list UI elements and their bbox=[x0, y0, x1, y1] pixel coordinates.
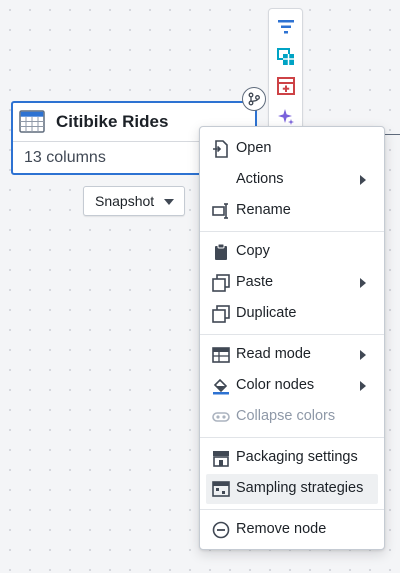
chevron-right-icon bbox=[360, 278, 366, 288]
menu-item-collapse-colors: Collapse colors bbox=[206, 402, 378, 432]
caret-down-icon bbox=[164, 199, 174, 205]
menu-item-duplicate[interactable]: Duplicate bbox=[206, 299, 378, 329]
shop-icon bbox=[212, 449, 230, 467]
remove-icon bbox=[212, 521, 230, 539]
join-table-icon[interactable] bbox=[276, 47, 296, 67]
sampling-icon bbox=[212, 480, 230, 498]
rename-icon bbox=[212, 202, 230, 220]
menu-item-open[interactable]: Open bbox=[206, 134, 378, 164]
node-toolbar bbox=[268, 8, 303, 134]
filter-icon[interactable] bbox=[276, 17, 296, 37]
chevron-right-icon bbox=[360, 175, 366, 185]
paint-bucket-icon bbox=[212, 377, 230, 395]
chevron-right-icon bbox=[360, 350, 366, 360]
table-icon bbox=[19, 109, 45, 135]
ai-sparkle-icon[interactable] bbox=[276, 107, 296, 127]
graph-edge bbox=[384, 134, 400, 135]
menu-item-read-mode[interactable]: Read mode bbox=[206, 340, 378, 370]
open-icon bbox=[212, 140, 230, 158]
menu-item-packaging-settings[interactable]: Packaging settings bbox=[206, 443, 378, 473]
chevron-right-icon bbox=[360, 381, 366, 391]
duplicate-icon bbox=[212, 305, 230, 323]
menu-divider bbox=[200, 334, 384, 335]
snapshot-label: Snapshot bbox=[95, 193, 155, 209]
node-column-count: 13 columns bbox=[24, 149, 106, 166]
menu-divider bbox=[200, 509, 384, 510]
menu-item-sampling-strategies[interactable]: Sampling strategies bbox=[206, 474, 378, 504]
collapse-icon bbox=[212, 408, 230, 426]
table-icon bbox=[212, 346, 230, 364]
menu-item-remove-node[interactable]: Remove node bbox=[206, 515, 378, 545]
menu-item-actions[interactable]: Actions bbox=[206, 165, 378, 195]
node-title: Citibike Rides bbox=[56, 112, 169, 131]
menu-item-copy[interactable]: Copy bbox=[206, 237, 378, 267]
branch-icon[interactable] bbox=[242, 87, 266, 111]
add-column-icon[interactable] bbox=[276, 76, 296, 96]
paste-icon bbox=[212, 274, 230, 292]
menu-item-paste[interactable]: Paste bbox=[206, 268, 378, 298]
snapshot-dropdown[interactable]: Snapshot bbox=[83, 186, 185, 216]
menu-item-rename[interactable]: Rename bbox=[206, 196, 378, 226]
menu-divider bbox=[200, 231, 384, 232]
menu-item-color-nodes[interactable]: Color nodes bbox=[206, 371, 378, 401]
context-menu: Open Actions Rename Copy Paste Duplicate bbox=[199, 126, 385, 550]
menu-divider bbox=[200, 437, 384, 438]
clipboard-icon bbox=[212, 243, 230, 261]
